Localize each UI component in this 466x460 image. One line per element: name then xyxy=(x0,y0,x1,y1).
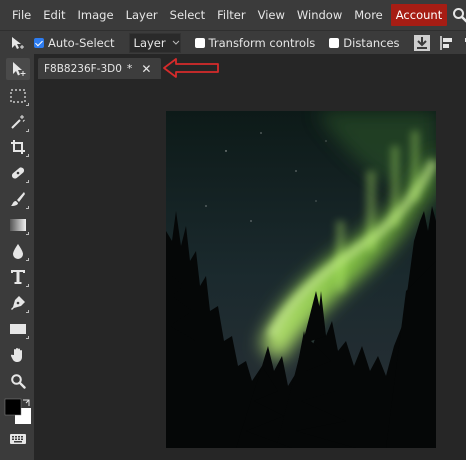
color-swatches-icon xyxy=(4,398,31,424)
pen-tool-icon xyxy=(11,296,25,310)
transform-controls-checkbox[interactable]: Transform controls xyxy=(194,35,316,50)
close-tab-button[interactable]: ✕ xyxy=(141,62,151,76)
chevron-down-icon xyxy=(172,40,179,45)
healing-bandage-icon xyxy=(11,167,25,179)
document-tab[interactable]: F8B8236F-3D0 * ✕ xyxy=(38,58,161,79)
crop-icon xyxy=(11,140,25,154)
menu-select[interactable]: Select xyxy=(164,0,211,30)
shape-tool[interactable] xyxy=(6,318,30,340)
transform-controls-check-icon xyxy=(194,37,205,48)
rectangle-shape-icon xyxy=(10,324,26,334)
marquee-select-icon xyxy=(10,89,26,103)
move-tool-indicator-icon xyxy=(10,36,26,50)
canvas-image[interactable] xyxy=(166,111,436,448)
aurora-photo xyxy=(166,111,436,448)
align-left-icon xyxy=(439,35,452,50)
account-button[interactable]: Account xyxy=(390,4,448,26)
magic-wand-tool[interactable] xyxy=(6,111,30,133)
hand-tool[interactable] xyxy=(6,344,30,366)
download-icon xyxy=(413,34,430,51)
menu-window[interactable]: Window xyxy=(291,0,348,30)
menu-filter[interactable]: Filter xyxy=(211,0,251,30)
paint-drop-icon xyxy=(13,244,23,259)
brush-tool[interactable] xyxy=(6,188,30,210)
paint-drop-tool[interactable] xyxy=(6,240,30,262)
zoom-icon xyxy=(11,374,26,389)
menu-more[interactable]: More xyxy=(348,0,389,30)
tools-panel xyxy=(0,54,34,460)
keyboard-button[interactable] xyxy=(6,428,30,450)
move-tool-icon xyxy=(13,62,26,76)
type-tool-icon xyxy=(11,270,25,284)
distances-check-icon xyxy=(329,37,340,48)
magic-wand-icon xyxy=(11,115,25,129)
search-icon xyxy=(453,8,466,23)
keyboard-icon xyxy=(10,434,26,444)
distances-checkbox[interactable]: Distances xyxy=(329,35,400,50)
crop-tool[interactable] xyxy=(6,136,30,158)
layer-select[interactable]: Layer xyxy=(128,32,181,53)
brush-icon xyxy=(11,192,25,206)
options-bar: Auto-Select Layer Transform controls Dis… xyxy=(0,30,466,54)
distances-label: Distances xyxy=(343,35,400,50)
menu-view[interactable]: View xyxy=(252,0,291,30)
marquee-tool[interactable] xyxy=(6,85,30,107)
auto-select-label: Auto-Select xyxy=(48,35,115,50)
healing-tool[interactable] xyxy=(6,162,30,184)
menu-layer[interactable]: Layer xyxy=(120,0,164,30)
annotation-arrow-icon xyxy=(163,58,219,78)
pen-tool[interactable] xyxy=(6,292,30,314)
menu-edit[interactable]: Edit xyxy=(37,0,71,30)
auto-select-check-icon xyxy=(34,37,44,48)
document-modified-marker: * xyxy=(126,62,133,75)
type-tool[interactable] xyxy=(6,266,30,288)
gradient-tool[interactable] xyxy=(6,214,30,236)
move-tool[interactable] xyxy=(6,58,30,80)
menu-file[interactable]: File xyxy=(6,0,37,30)
auto-select-checkbox[interactable]: Auto-Select xyxy=(34,36,115,50)
menu-image[interactable]: Image xyxy=(72,0,120,30)
search-button[interactable] xyxy=(452,4,466,26)
document-workspace: F8B8236F-3D0 * ✕ xyxy=(34,54,466,460)
document-tab-name: F8B8236F-3D0 xyxy=(44,62,122,75)
color-swatches[interactable] xyxy=(4,398,32,426)
hand-tool-icon xyxy=(10,348,22,362)
transform-controls-label: Transform controls xyxy=(208,35,316,50)
align-left-button[interactable] xyxy=(439,35,454,51)
zoom-tool[interactable] xyxy=(6,370,30,392)
gradient-icon xyxy=(10,219,26,231)
layer-select-value: Layer xyxy=(133,35,166,50)
menu-bar: File Edit Image Layer Select Filter View… xyxy=(0,0,466,30)
download-button[interactable] xyxy=(413,34,430,51)
